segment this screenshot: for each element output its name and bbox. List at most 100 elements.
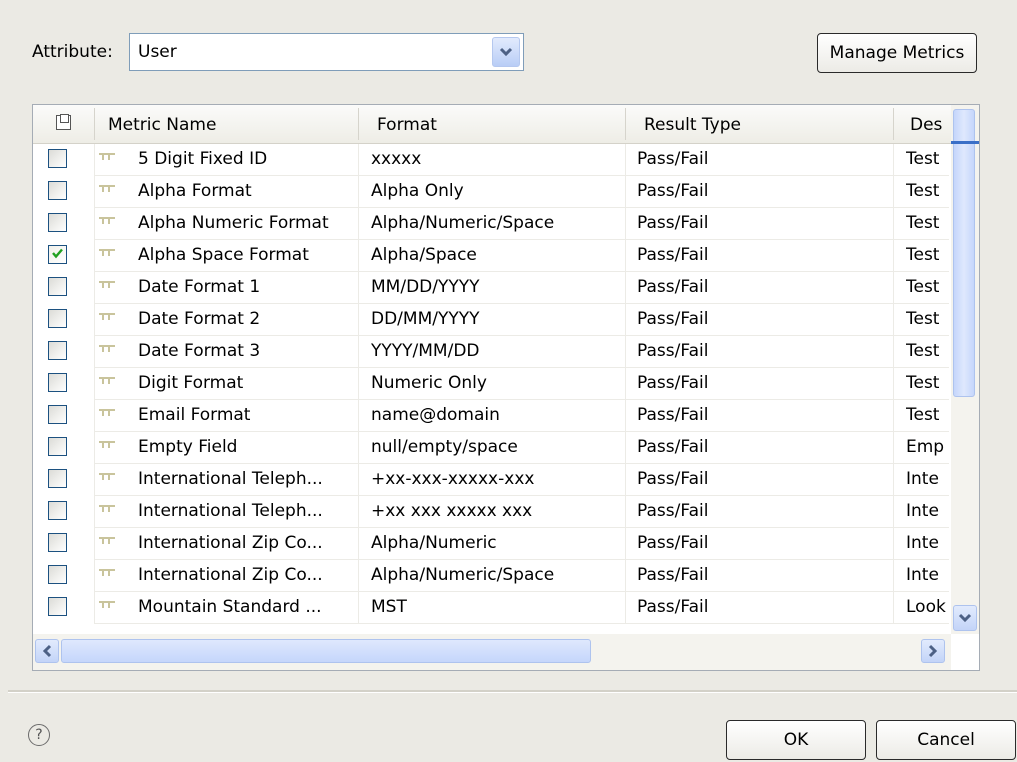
cell-divider (625, 336, 626, 368)
metric-name-cell: Mountain Standard ... (138, 597, 322, 617)
attribute-label: Attribute: (32, 42, 113, 62)
metric-row-icon (99, 441, 115, 449)
row-divider (94, 623, 949, 624)
description-cell: Test (906, 181, 940, 201)
cancel-button[interactable]: Cancel (876, 720, 1016, 760)
description-cell: Test (906, 309, 940, 329)
column-header-format[interactable]: Format (377, 115, 437, 135)
result-type-cell: Pass/Fail (637, 501, 709, 521)
row-checkbox[interactable] (48, 245, 67, 264)
cell-divider (625, 528, 626, 560)
format-cell: +xx-xxx-xxxxx-xxx (371, 469, 535, 489)
vertical-scroll-thumb[interactable] (953, 109, 975, 397)
column-divider[interactable] (625, 108, 626, 140)
column-header-description[interactable]: Des (910, 115, 942, 135)
help-icon[interactable]: ? (28, 724, 50, 746)
format-cell: Numeric Only (371, 373, 487, 393)
ok-button[interactable]: OK (726, 720, 866, 760)
row-checkbox[interactable] (48, 181, 67, 200)
row-checkbox[interactable] (48, 469, 67, 488)
scroll-right-button[interactable] (921, 639, 945, 663)
table-row[interactable]: Alpha Space Format Alpha/Space Pass/Fail Te… (33, 240, 949, 272)
metric-name-cell: International Teleph... (138, 469, 323, 489)
table-header: Metric Name Format Result Type Des (33, 105, 979, 144)
result-type-cell: Pass/Fail (637, 309, 709, 329)
cell-divider (358, 304, 359, 336)
cell-divider (358, 592, 359, 624)
cell-divider (94, 336, 95, 368)
format-cell: MST (371, 597, 407, 617)
result-type-cell: Pass/Fail (637, 373, 709, 393)
table-row[interactable]: International Zip Co... Alpha/Numeric Pass… (33, 528, 949, 560)
cell-divider (625, 400, 626, 432)
row-checkbox[interactable] (48, 437, 67, 456)
scroll-left-button[interactable] (35, 639, 59, 663)
result-type-cell: Pass/Fail (637, 469, 709, 489)
select-all-checkbox[interactable] (56, 114, 71, 130)
table-row[interactable]: International Teleph... +xx-xxx-xxxxx-xxx… (33, 464, 949, 496)
table-row[interactable]: Alpha Format Alpha Only Pass/Fail Test (33, 176, 949, 208)
column-divider[interactable] (893, 108, 894, 140)
column-header-result-type[interactable]: Result Type (644, 115, 741, 135)
row-checkbox[interactable] (48, 565, 67, 584)
row-checkbox[interactable] (48, 373, 67, 392)
cell-divider (625, 240, 626, 272)
table-row[interactable]: Date Format 3 YYYY/MM/DD Pass/Fail Test (33, 336, 949, 368)
row-checkbox[interactable] (48, 533, 67, 552)
cell-divider (893, 528, 894, 560)
format-cell: Alpha/Numeric (371, 533, 497, 553)
cell-divider (625, 432, 626, 464)
description-cell: Test (906, 373, 940, 393)
metric-row-icon (99, 537, 115, 545)
manage-metrics-button[interactable]: Manage Metrics (817, 33, 977, 73)
scroll-down-button[interactable] (953, 605, 977, 631)
row-checkbox[interactable] (48, 405, 67, 424)
description-cell: Inte (906, 501, 939, 521)
vertical-scrollbar[interactable] (951, 105, 979, 634)
cell-divider (358, 240, 359, 272)
metric-row-icon (99, 217, 115, 225)
cell-divider (893, 208, 894, 240)
table-row[interactable]: 5 Digit Fixed ID xxxxx Pass/Fail Test (33, 144, 949, 176)
table-row[interactable]: International Teleph... +xx xxx xxxxx xxx… (33, 496, 949, 528)
row-checkbox[interactable] (48, 277, 67, 296)
cell-divider (94, 176, 95, 208)
attribute-select[interactable]: User (129, 33, 524, 71)
column-header-metric-name[interactable]: Metric Name (108, 115, 216, 135)
row-checkbox[interactable] (48, 501, 67, 520)
table-row[interactable]: Date Format 2 DD/MM/YYYY Pass/Fail Test (33, 304, 949, 336)
table-row[interactable]: Mountain Standard ... MST Pass/Fail Look (33, 592, 949, 624)
table-row[interactable]: International Zip Co... Alpha/Numeric/Spa… (33, 560, 949, 592)
cell-divider (358, 144, 359, 176)
table-row[interactable]: Date Format 1 MM/DD/YYYY Pass/Fail Test (33, 272, 949, 304)
row-checkbox[interactable] (48, 309, 67, 328)
table-row[interactable]: Alpha Numeric Format Alpha/Numeric/Space P… (33, 208, 949, 240)
horizontal-scroll-thumb[interactable] (61, 639, 591, 663)
horizontal-scrollbar[interactable] (33, 634, 951, 670)
arrow-left-icon (42, 644, 52, 658)
column-divider[interactable] (94, 108, 95, 140)
row-checkbox[interactable] (48, 597, 67, 616)
table-row[interactable]: Digit Format Numeric Only Pass/Fail Test (33, 368, 949, 400)
format-cell: YYYY/MM/DD (371, 341, 480, 361)
metric-row-icon (99, 409, 115, 417)
cell-divider (358, 400, 359, 432)
description-cell: Test (906, 277, 940, 297)
result-type-cell: Pass/Fail (637, 213, 709, 233)
result-type-cell: Pass/Fail (637, 341, 709, 361)
footer-divider (8, 690, 1017, 693)
format-cell: null/empty/space (371, 437, 518, 457)
metric-row-icon (99, 473, 115, 481)
row-checkbox[interactable] (48, 341, 67, 360)
result-type-cell: Pass/Fail (637, 245, 709, 265)
row-checkbox[interactable] (48, 149, 67, 168)
chevron-down-icon[interactable] (492, 37, 520, 67)
cell-divider (625, 560, 626, 592)
format-cell: DD/MM/YYYY (371, 309, 480, 329)
row-checkbox[interactable] (48, 213, 67, 232)
table-row[interactable]: Email Format name@domain Pass/Fail Test (33, 400, 949, 432)
format-cell: MM/DD/YYYY (371, 277, 480, 297)
table-row[interactable]: Empty Field null/empty/space Pass/Fail Emp (33, 432, 949, 464)
format-cell: Alpha Only (371, 181, 464, 201)
column-divider[interactable] (358, 108, 359, 140)
